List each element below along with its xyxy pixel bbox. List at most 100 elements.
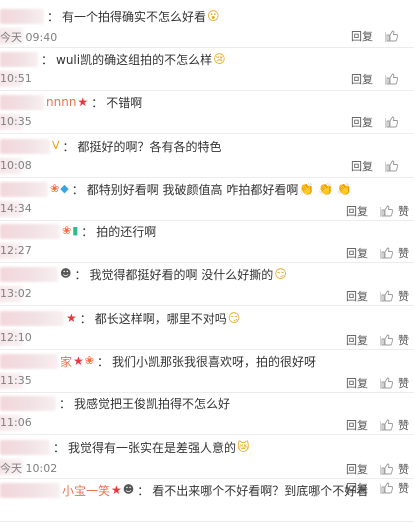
comment-item: 家 ★ ❀：我们小凯那张我很喜欢呀，拍的很好呀 11:35 回复 赞 [0, 348, 414, 393]
emoji-icon: 😏 [274, 267, 287, 281]
thumbs-up-icon[interactable] [381, 205, 393, 217]
reply-button[interactable]: 回复 [346, 375, 368, 391]
username-blurred[interactable] [0, 395, 56, 411]
comment-text: 都长这样啊，哪里不对吗 [94, 311, 227, 326]
username-blurred[interactable] [0, 51, 38, 67]
comment-actions: 回复 [351, 159, 403, 173]
reply-button[interactable]: 回复 [351, 28, 373, 44]
like-button[interactable]: 赞 [398, 332, 409, 348]
comment-line: ： wuli凯的确这组拍的不怎么样 😢 [0, 50, 400, 68]
like-button[interactable]: 赞 [398, 461, 409, 477]
thumbs-up-icon[interactable] [386, 30, 398, 42]
reply-button[interactable]: 回复 [351, 71, 373, 87]
action-divider [380, 207, 381, 217]
username-blurred[interactable] [0, 310, 64, 326]
thumbs-up-icon[interactable] [381, 419, 393, 431]
comment-item: ： wuli凯的确这组拍的不怎么样 😢 10:51 回复 [0, 46, 414, 91]
username-blurred[interactable] [0, 439, 50, 455]
comment-actions: 回复 赞 [346, 418, 409, 432]
username-blurred[interactable] [0, 223, 60, 239]
emoji-icon: 😢 [213, 52, 226, 66]
reply-button[interactable]: 回复 [346, 288, 368, 304]
panda-badge-icon: ☻ [60, 267, 72, 280]
thumbs-up-icon[interactable] [381, 377, 393, 389]
comment-text: 都挺好的啊？各有各的特色 [77, 139, 222, 154]
action-divider [385, 162, 386, 172]
thumbs-up-icon[interactable] [386, 73, 398, 85]
reply-button[interactable]: 回复 [346, 203, 368, 219]
comment-line: 家 ★ ❀：我们小凯那张我很喜欢呀，拍的很好呀 [0, 352, 400, 370]
thumbs-up-icon[interactable] [381, 334, 393, 346]
flame-badge-icon: ❀ [50, 182, 60, 195]
action-divider [380, 336, 381, 346]
username-blurred[interactable] [0, 8, 44, 24]
thumbs-up-icon[interactable] [381, 482, 393, 494]
emoji-icon: 😮 [207, 9, 220, 23]
like-button[interactable]: 赞 [398, 417, 409, 433]
flame-badge-icon: ❀ [62, 224, 72, 237]
like-button[interactable]: 赞 [398, 480, 409, 496]
username[interactable]: 家 [60, 353, 72, 370]
comment-actions: 回复 赞 [346, 462, 409, 476]
thumbs-up-icon[interactable] [381, 247, 393, 259]
thumbs-up-icon[interactable] [381, 463, 393, 475]
thumbs-up-icon[interactable] [386, 116, 398, 128]
comment-line: ★：都长这样啊，哪里不对吗 😏 [0, 309, 400, 327]
username-blurred[interactable] [0, 181, 48, 197]
star-badge-icon: ★ [111, 483, 122, 497]
username-blurred[interactable] [0, 482, 60, 498]
comment-line: ：有一个拍得确实不怎么好看 😮 [0, 7, 400, 25]
comment-text: 我觉得都挺好看的啊 没什么好撕的 [89, 267, 274, 282]
action-divider [385, 32, 386, 42]
comment-time: 13:02 [0, 287, 32, 300]
comment-text: 我感觉把王俊凯拍得不怎么好 [74, 396, 231, 411]
reply-button[interactable]: 回复 [351, 114, 373, 130]
separator-colon: ： [47, 9, 60, 24]
reply-button[interactable]: 回复 [346, 461, 368, 477]
reply-button[interactable]: 回复 [346, 480, 368, 496]
username[interactable]: nnnn [46, 95, 76, 109]
like-button[interactable]: 赞 [398, 203, 409, 219]
comment-actions: 回复 赞 [346, 333, 409, 347]
reply-button[interactable]: 回复 [346, 245, 368, 261]
like-button[interactable]: 赞 [398, 245, 409, 261]
username-blurred[interactable] [0, 94, 44, 110]
comment-time: 11:06 [0, 416, 32, 429]
comment-item: V：都挺好的啊？各有各的特色 10:08 回复 [0, 133, 414, 178]
action-divider [380, 292, 381, 302]
like-button[interactable]: 赞 [398, 288, 409, 304]
comment-item: ★：都长这样啊，哪里不对吗 😏 12:10 回复 赞 [0, 305, 414, 350]
comment-time: 12:10 [0, 331, 32, 344]
comment-text: 不错啊 [106, 95, 143, 110]
comment-text: 拍的还行啊 [96, 224, 157, 239]
reply-button[interactable]: 回复 [346, 417, 368, 433]
user-badges: ★ ❀ [73, 354, 95, 368]
v-badge-icon: V [52, 139, 60, 152]
comment-actions: 回复 [351, 29, 403, 43]
comment-line: ：我觉得有一张实在是差强人意的 😿 [0, 438, 400, 456]
reply-button[interactable]: 回复 [351, 158, 373, 174]
thumbs-up-icon[interactable] [386, 160, 398, 172]
star-badge-icon: ★ [73, 354, 84, 368]
username-blurred[interactable] [0, 138, 50, 154]
action-divider [385, 118, 386, 128]
comment-item: ☻：我觉得都挺好看的啊 没什么好撕的 😏 13:02 回复 赞 [0, 261, 414, 306]
comment-line: ❀ ◆：都特别好看啊 我破颜值高 咋拍都好看啊 👏 👏 👏 [0, 180, 400, 198]
thumbs-up-icon[interactable] [381, 290, 393, 302]
like-button[interactable]: 赞 [398, 375, 409, 391]
comment-item: ：有一个拍得确实不怎么好看 😮 今天 09:40 回复 [0, 3, 414, 48]
comment-item: ：我感觉把王俊凯拍得不怎么好 11:06 回复 赞 [0, 390, 414, 435]
user-badges: V [52, 140, 61, 152]
comment-item: nnnn ★：不错啊 10:35 回复 [0, 89, 414, 134]
reply-button[interactable]: 回复 [346, 332, 368, 348]
username-blurred[interactable] [0, 353, 58, 369]
comment-text: 看不出来哪个不好看啊？到底哪个不好看 [152, 483, 369, 498]
user-badges: ❀ ▮ [62, 225, 79, 237]
comment-text: 我觉得有一张实在是差强人意的 [68, 440, 237, 455]
separator-colon: ： [137, 483, 150, 498]
username-blurred[interactable] [0, 266, 58, 282]
comment-line: ❀ ▮：拍的还行啊 [0, 222, 400, 240]
comment-item: ：我觉得有一张实在是差强人意的 😿 今天 10:02 回复 赞 [0, 434, 414, 479]
username[interactable]: 小宝一笑 [62, 482, 110, 499]
comment-time: 10:35 [0, 115, 32, 128]
